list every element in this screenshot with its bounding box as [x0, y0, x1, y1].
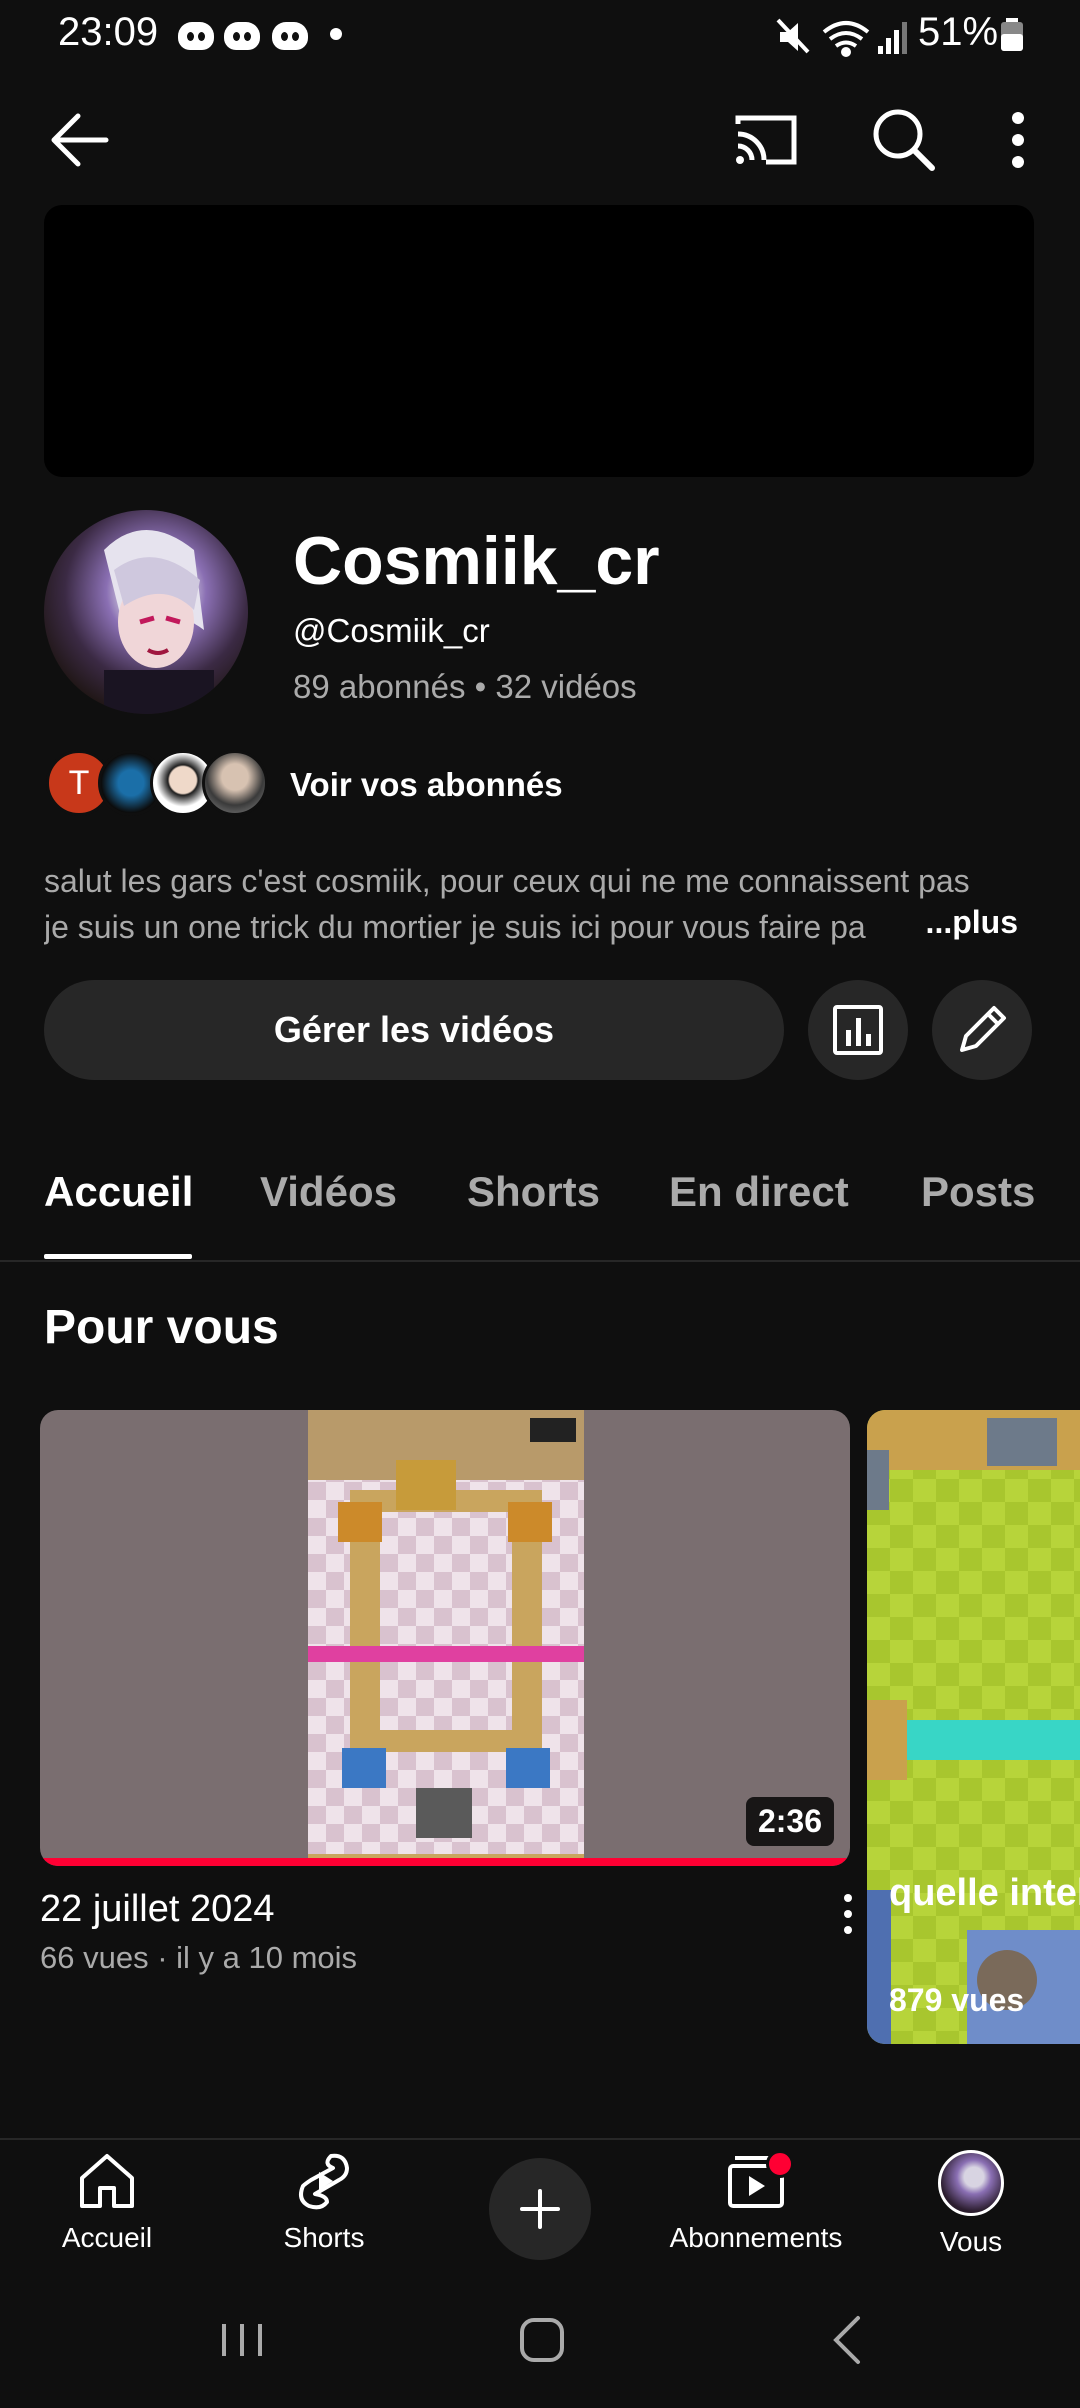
video-options-icon[interactable] — [836, 1890, 860, 1938]
system-back-icon[interactable] — [818, 2310, 878, 2370]
nav-subscriptions[interactable]: Abonnements — [656, 2150, 856, 2254]
tabs-divider — [0, 1260, 1080, 1262]
tab-live[interactable]: En direct — [669, 1168, 849, 1216]
channel-name: Cosmiik_cr — [293, 523, 660, 599]
video-title[interactable]: 22 juillet 2024 — [40, 1888, 275, 1931]
edit-channel-button[interactable] — [932, 980, 1032, 1080]
active-tab-indicator — [44, 1254, 192, 1259]
video-meta: 66 vues · il y a 10 mois — [40, 1940, 358, 1975]
channel-banner[interactable] — [44, 205, 1034, 477]
cast-icon[interactable] — [730, 108, 800, 172]
nav-label: Shorts — [283, 2222, 365, 2253]
video-thumbnail[interactable]: quelle intel jeu 879 vues — [867, 1410, 1080, 2044]
back-arrow-icon[interactable] — [44, 105, 114, 175]
video-views: 879 vues — [889, 1982, 1025, 2018]
watch-progress-bar — [40, 1858, 850, 1866]
plus-icon — [520, 2189, 560, 2229]
video-thumbnail[interactable]: 2:36 — [40, 1410, 850, 1866]
more-options-icon[interactable] — [1000, 108, 1036, 172]
wifi-icon — [822, 21, 870, 57]
nav-label: Abonnements — [669, 2222, 843, 2253]
description-more-link[interactable]: ...plus — [875, 904, 1018, 941]
tab-home[interactable]: Accueil — [44, 1168, 193, 1216]
channel-handle: @Cosmiik_cr — [293, 612, 490, 649]
nav-shorts[interactable]: Shorts — [224, 2150, 424, 2254]
battery-percent: 51% — [918, 10, 999, 54]
channel-stats: 89 abonnés • 32 vidéos — [293, 668, 637, 705]
battery-icon — [1001, 18, 1023, 51]
notification-badge — [766, 2150, 794, 2178]
more-notifications-dot — [330, 28, 342, 40]
channel-avatar[interactable] — [44, 510, 248, 714]
discord-notification-icon — [224, 22, 260, 50]
recent-apps-icon[interactable] — [212, 2310, 272, 2370]
section-title: Pour vous — [44, 1301, 279, 1354]
mute-icon — [776, 18, 810, 54]
discord-notification-icon — [178, 22, 214, 50]
gameplay-image — [308, 1418, 584, 1866]
search-icon[interactable] — [868, 104, 938, 174]
nav-you[interactable]: Vous — [871, 2150, 1071, 2258]
signal-icon — [878, 22, 907, 54]
profile-avatar — [938, 2150, 1004, 2216]
tab-posts[interactable]: Posts — [921, 1168, 1035, 1216]
tab-videos[interactable]: Vidéos — [260, 1168, 397, 1216]
shorts-icon — [299, 2153, 349, 2210]
status-time: 23:09 — [58, 10, 159, 54]
subscriber-avatar — [202, 750, 268, 816]
nav-label: Accueil — [61, 2222, 153, 2253]
video-duration: 2:36 — [745, 1797, 834, 1846]
video-title: quelle intel jeu — [889, 1872, 1080, 1914]
bottom-nav-divider — [0, 2138, 1080, 2140]
create-button[interactable] — [489, 2158, 591, 2260]
nav-home[interactable]: Accueil — [7, 2150, 207, 2254]
analytics-button[interactable] — [808, 980, 908, 1080]
pencil-icon — [960, 1006, 1006, 1052]
analytics-icon — [833, 1005, 883, 1055]
home-button-icon[interactable] — [512, 2310, 572, 2370]
manage-videos-button[interactable]: Gérer les vidéos — [44, 980, 784, 1080]
gameplay-image — [867, 1418, 1080, 2044]
tab-shorts[interactable]: Shorts — [467, 1168, 600, 1216]
status-icons — [776, 18, 907, 57]
home-icon — [80, 2154, 134, 2208]
description-line: salut les gars c'est cosmiik, pour ceux … — [44, 863, 970, 899]
view-subscribers-link[interactable]: Voir vos abonnés — [290, 766, 563, 804]
nav-label: Vous — [939, 2226, 1003, 2257]
discord-notification-icon — [272, 22, 308, 50]
